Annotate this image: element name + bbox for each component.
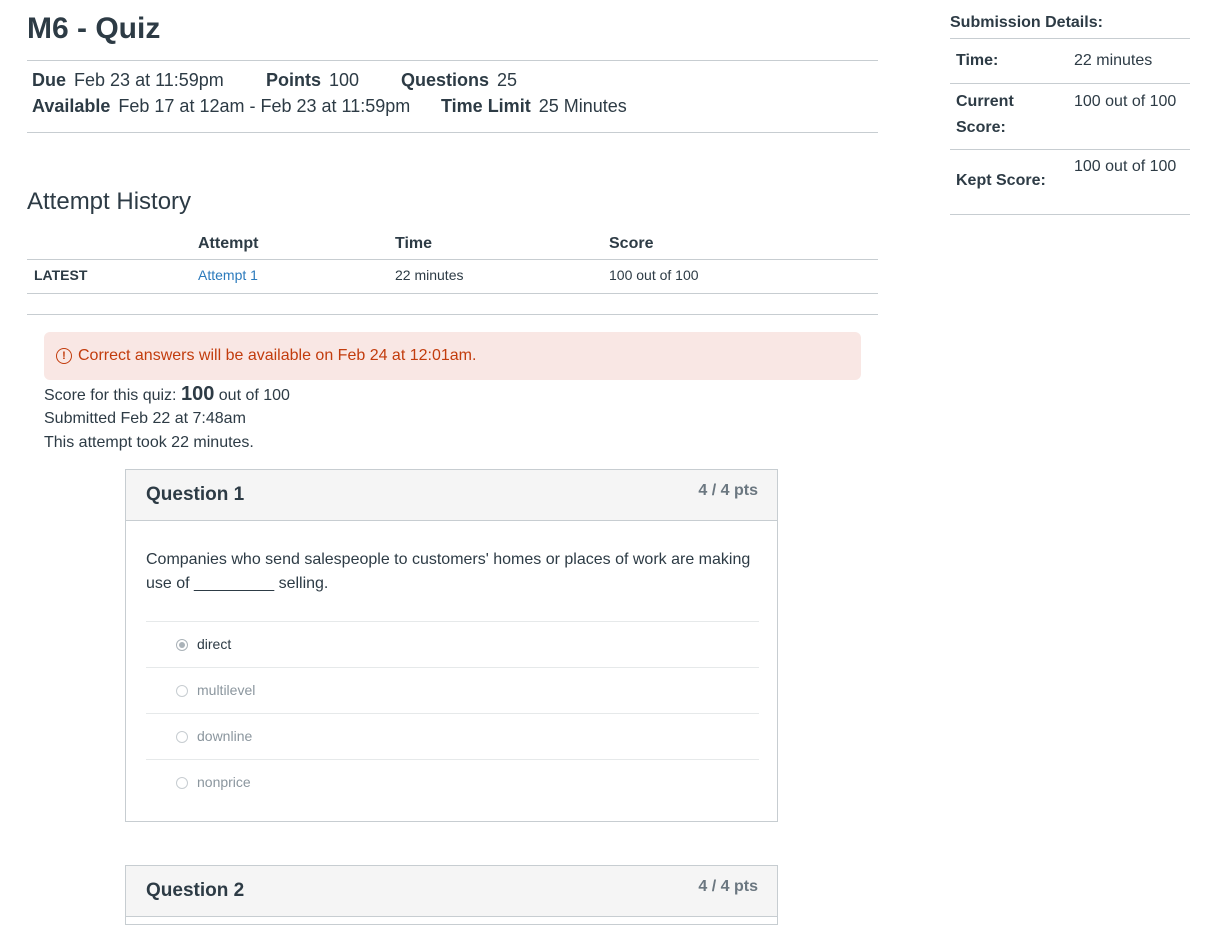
time-limit-value: 25 Minutes xyxy=(538,96,627,116)
divider xyxy=(950,214,1190,215)
due-label: Due xyxy=(32,70,67,90)
correct-answers-alert: ! Correct answers will be available on F… xyxy=(44,332,861,380)
score-value: 100 xyxy=(180,383,215,405)
table-row-divider xyxy=(27,293,878,294)
score-column-header: Score xyxy=(609,235,654,252)
divider xyxy=(27,60,878,61)
answer-option: direct xyxy=(146,621,759,667)
due-value: Feb 23 at 11:59pm xyxy=(74,70,224,90)
divider xyxy=(27,314,878,315)
radio-button xyxy=(176,685,188,697)
question-card: Question 1 4 / 4 pts Companies who send … xyxy=(125,469,778,822)
warning-icon: ! xyxy=(56,348,72,364)
divider xyxy=(950,38,1190,39)
time-value: 22 minutes xyxy=(1074,52,1153,69)
alert-text: Correct answers will be available on Feb… xyxy=(78,347,477,364)
question-points: 4 / 4 pts xyxy=(698,482,758,499)
attempt-history-heading: Attempt History xyxy=(27,188,192,215)
radio-button xyxy=(176,777,188,789)
points-value: 100 xyxy=(329,70,360,90)
quiz-score: Score for this quiz: 100 out of 100 xyxy=(44,383,290,406)
current-score-value: 100 out of 100 xyxy=(1074,93,1177,110)
time-label: Time: xyxy=(956,52,999,69)
question-title: Question 2 xyxy=(146,880,245,901)
available-meta: Available Feb 17 at 12am - Feb 23 at 11:… xyxy=(32,96,410,117)
time-limit-label: Time Limit xyxy=(441,96,531,116)
answer-label: nonprice xyxy=(197,774,251,790)
attempt-score: 100 out of 100 xyxy=(609,267,699,283)
time-limit-meta: Time Limit 25 Minutes xyxy=(441,96,627,117)
kept-score-label: Kept Score: xyxy=(956,172,1046,189)
divider xyxy=(950,83,1190,84)
radio-button xyxy=(176,639,188,651)
answer-label: downline xyxy=(197,728,253,744)
question-card: Question 2 4 / 4 pts xyxy=(125,865,778,925)
current-score-label: Current Score: xyxy=(956,93,1014,136)
kept-score-value: 100 out of 100 xyxy=(1074,158,1177,175)
table-header-divider xyxy=(27,259,878,260)
latest-tag: LATEST xyxy=(34,267,88,283)
points-meta: Points 100 xyxy=(266,70,359,91)
page-title: M6 - Quiz xyxy=(27,12,161,45)
answer-list: direct multilevel downline nonprice xyxy=(146,621,759,805)
answer-option: nonprice xyxy=(146,759,759,805)
answer-option: multilevel xyxy=(146,667,759,713)
attempt-time: 22 minutes xyxy=(395,267,464,283)
questions-meta: Questions 25 xyxy=(401,70,517,91)
due-meta: Due Feb 23 at 11:59pm xyxy=(32,70,224,91)
score-suffix: out of 100 xyxy=(214,387,290,404)
divider xyxy=(27,132,878,133)
points-label: Points xyxy=(266,70,322,90)
attempt-column-header: Attempt xyxy=(198,235,259,252)
answer-option: downline xyxy=(146,713,759,759)
questions-label: Questions xyxy=(401,70,490,90)
radio-button xyxy=(176,731,188,743)
question-points: 4 / 4 pts xyxy=(698,878,758,895)
available-value: Feb 17 at 12am - Feb 23 at 11:59pm xyxy=(118,96,411,116)
answer-label: multilevel xyxy=(197,682,256,698)
attempt-1-link[interactable]: Attempt 1 xyxy=(198,267,258,283)
score-prefix: Score for this quiz: xyxy=(44,387,181,404)
question-header: Question 2 4 / 4 pts xyxy=(126,866,777,917)
time-column-header: Time xyxy=(395,235,433,252)
questions-value: 25 xyxy=(497,70,518,90)
question-text: Companies who send salespeople to custom… xyxy=(146,551,751,592)
duration-text: This attempt took 22 minutes. xyxy=(44,434,254,451)
question-header: Question 1 4 / 4 pts xyxy=(126,470,777,521)
divider xyxy=(950,149,1190,150)
submission-details-heading: Submission Details: xyxy=(950,14,1103,31)
available-label: Available xyxy=(32,96,111,116)
submitted-text: Submitted Feb 22 at 7:48am xyxy=(44,410,246,427)
answer-label: direct xyxy=(197,636,232,652)
question-title: Question 1 xyxy=(146,484,245,505)
